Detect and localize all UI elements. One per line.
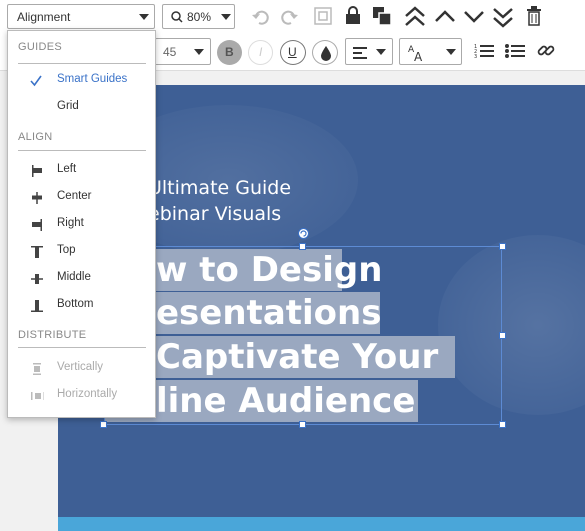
menu-item-label: Bottom	[57, 298, 94, 310]
text-size-icon: AA	[408, 45, 423, 63]
duplicate-icon[interactable]	[372, 6, 392, 26]
menu-item-label: Left	[57, 163, 77, 175]
divider	[18, 150, 146, 151]
menu-item-label: Grid	[57, 100, 79, 112]
link-icon[interactable]	[537, 42, 555, 60]
trash-icon[interactable]	[526, 6, 542, 26]
svg-text:A: A	[414, 50, 423, 63]
align-center-icon	[32, 192, 42, 204]
group-icon[interactable]	[314, 7, 332, 25]
menu-item-align-top[interactable]: Top	[8, 241, 155, 263]
zoom-dropdown[interactable]: 80%	[162, 4, 235, 29]
font-size-value: 45	[163, 45, 177, 59]
chevron-down-icon	[139, 14, 149, 20]
align-bottom-icon	[31, 300, 43, 312]
menu-item-label: Smart Guides	[57, 73, 128, 85]
resize-handle[interactable]	[299, 421, 306, 428]
zoom-icon	[171, 11, 183, 23]
send-backward-icon[interactable]	[463, 8, 485, 24]
menu-item-distribute-vertically[interactable]: Vertically	[8, 358, 155, 380]
resize-handle[interactable]	[499, 243, 506, 250]
alignment-dropdown-label: Alignment	[17, 10, 71, 24]
menu-item-grid[interactable]: Grid	[8, 97, 155, 119]
menu-item-align-center[interactable]: Center	[8, 187, 155, 209]
slide-bottom-bar	[58, 517, 585, 531]
chevron-down-icon	[446, 49, 456, 55]
chevron-down-icon	[221, 14, 231, 20]
bring-forward-icon[interactable]	[434, 8, 456, 24]
menu-item-align-bottom[interactable]: Bottom	[8, 295, 155, 317]
bold-button[interactable]: B	[217, 40, 242, 65]
divider	[18, 347, 146, 348]
chevron-down-icon	[194, 49, 204, 55]
redo-icon[interactable]	[279, 7, 299, 27]
menu-item-smart-guides[interactable]: Smart Guides	[8, 70, 155, 92]
undo-icon[interactable]	[251, 7, 271, 27]
resize-handle[interactable]	[299, 243, 306, 250]
menu-item-label: Center	[57, 190, 92, 202]
menu-item-label: Top	[57, 244, 76, 256]
svg-text:3: 3	[474, 54, 477, 59]
menu-item-align-left[interactable]: Left	[8, 160, 155, 182]
menu-item-label: Vertically	[57, 361, 104, 373]
align-top-icon	[31, 246, 43, 258]
text-color-button[interactable]	[312, 40, 338, 65]
numbered-list-icon[interactable]: 123	[474, 43, 494, 59]
text-align-dropdown[interactable]	[345, 38, 393, 65]
alignment-dropdown[interactable]: Alignment	[7, 4, 155, 29]
zoom-value: 80%	[187, 10, 212, 24]
bullet-list-icon[interactable]	[505, 43, 525, 59]
menu-item-distribute-horizontally[interactable]: Horizontally	[8, 385, 155, 407]
checkmark-icon	[30, 75, 42, 87]
section-distribute-header: DISTRIBUTE	[18, 329, 87, 341]
divider	[18, 63, 146, 64]
distribute-vertically-icon	[33, 363, 41, 375]
chevron-down-icon	[376, 49, 386, 55]
droplet-icon	[321, 46, 331, 61]
section-align-header: ALIGN	[18, 131, 53, 143]
menu-item-label: Middle	[57, 271, 91, 283]
send-to-back-icon[interactable]	[492, 6, 514, 28]
align-left-icon	[32, 165, 42, 177]
resize-handle[interactable]	[499, 332, 506, 339]
menu-item-align-right[interactable]: Right	[8, 214, 155, 236]
menu-item-label: Horizontally	[57, 388, 118, 400]
bring-to-front-icon[interactable]	[404, 6, 426, 28]
slide-subtitle-line1[interactable]: Ultimate Guide	[148, 177, 291, 199]
text-size-dropdown[interactable]: AA	[399, 38, 462, 65]
font-size-dropdown[interactable]: 45	[155, 38, 211, 65]
selection-box[interactable]	[104, 246, 502, 425]
rotate-handle-icon[interactable]	[298, 228, 309, 239]
resize-handle[interactable]	[100, 421, 107, 428]
distribute-horizontally-icon	[31, 392, 44, 400]
top-toolbar: Alignment 80%	[0, 0, 585, 34]
slide-subtitle-line2[interactable]: ebinar Visuals	[148, 203, 281, 225]
align-left-icon	[353, 47, 367, 59]
align-right-icon	[32, 219, 42, 231]
resize-handle[interactable]	[499, 421, 506, 428]
alignment-menu: GUIDES Smart Guides Grid ALIGN Left Cent…	[7, 30, 156, 418]
italic-button[interactable]: I	[248, 40, 273, 65]
align-middle-icon	[31, 274, 43, 284]
menu-item-label: Right	[57, 217, 84, 229]
lock-icon[interactable]	[345, 6, 361, 25]
menu-item-align-middle[interactable]: Middle	[8, 268, 155, 290]
section-guides-header: GUIDES	[18, 41, 62, 53]
underline-button[interactable]: U	[280, 40, 306, 65]
